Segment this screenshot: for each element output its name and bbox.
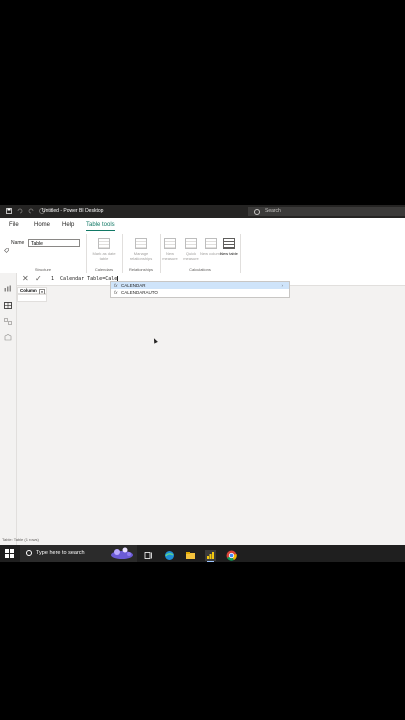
column-header[interactable]: Column ▾ bbox=[17, 287, 47, 295]
ribbon-group-structure: Name Table Structure bbox=[0, 234, 87, 273]
taskbar-search-placeholder: Type here to search bbox=[36, 550, 85, 556]
table-icon bbox=[223, 238, 235, 249]
menu-bar: File Home Help Table tools bbox=[0, 218, 405, 234]
power-bi-icon[interactable] bbox=[205, 548, 216, 562]
new-measure-label: New measure bbox=[162, 251, 178, 261]
ribbon-group-calendars: Mark as date table Calendars bbox=[86, 234, 123, 273]
group-label-relationships: Relationships bbox=[128, 267, 153, 272]
new-table-label: New table bbox=[220, 251, 238, 256]
menu-home[interactable]: Home bbox=[34, 222, 50, 228]
group-label-calendars: Calendars bbox=[94, 267, 114, 272]
relationships-icon bbox=[135, 238, 147, 249]
chrome-browser-icon[interactable] bbox=[226, 548, 237, 561]
data-grid: Column ▾ bbox=[17, 287, 47, 302]
undo-icon[interactable] bbox=[17, 208, 23, 214]
group-label-structure: Structure bbox=[34, 267, 52, 272]
table-name-input[interactable]: Table bbox=[28, 239, 80, 247]
autocomplete-item-calendarauto[interactable]: fx CALENDARAUTO bbox=[111, 289, 289, 296]
function-icon: fx bbox=[114, 283, 118, 288]
search-icon bbox=[26, 550, 32, 556]
chevron-right-icon: › bbox=[281, 283, 284, 288]
ribbon-group-calculations: New measure Quick measure New column New… bbox=[160, 234, 241, 273]
group-label-calculations: Calculations bbox=[189, 267, 211, 272]
data-view-icon[interactable] bbox=[4, 296, 12, 309]
model-view-icon[interactable] bbox=[4, 312, 12, 325]
mark-as-date-table-button[interactable]: Mark as date table bbox=[91, 238, 117, 261]
function-icon: fx bbox=[114, 290, 118, 295]
ribbon: Name Table Structure Mark as date table … bbox=[0, 234, 405, 274]
column-header-label: Column bbox=[20, 288, 37, 293]
mouse-cursor-icon bbox=[152, 337, 158, 344]
formula-line-number: 1 bbox=[51, 276, 55, 282]
dax-query-view-icon[interactable] bbox=[4, 328, 12, 341]
file-explorer-icon[interactable] bbox=[185, 548, 196, 559]
tag-icon bbox=[4, 240, 9, 258]
autocomplete-item-calendar[interactable]: fx CALENDAR › bbox=[111, 282, 289, 289]
status-bar: Table: Table (1 rows) bbox=[2, 537, 39, 542]
new-table-button[interactable]: New table bbox=[218, 238, 240, 256]
quick-measure-label: Quick measure bbox=[183, 251, 199, 261]
new-measure-button[interactable]: New measure bbox=[159, 238, 181, 261]
menu-file[interactable]: File bbox=[9, 222, 19, 228]
task-view-icon[interactable] bbox=[143, 548, 154, 559]
autocomplete-list: fx CALENDAR › fx CALENDARAUTO bbox=[110, 281, 290, 298]
formula-text: Calendar Table=Cale bbox=[60, 276, 118, 282]
search-icon bbox=[254, 209, 260, 215]
menu-help[interactable]: Help bbox=[62, 222, 74, 228]
formula-input[interactable]: 1 Calendar Table=Cale bbox=[51, 276, 119, 282]
autocomplete-label: CALENDARAUTO bbox=[121, 290, 158, 295]
column-icon bbox=[205, 238, 217, 249]
quick-measure-button[interactable]: Quick measure bbox=[180, 238, 202, 261]
power-bi-window: Untitled - Power BI Desktop Search File … bbox=[0, 205, 405, 545]
quick-access-toolbar bbox=[6, 208, 45, 214]
cancel-formula-icon[interactable]: ✕ bbox=[22, 274, 29, 283]
redo-icon[interactable] bbox=[28, 208, 34, 214]
mark-as-date-table-label: Mark as date table bbox=[92, 251, 116, 261]
manage-relationships-button[interactable]: Manage relationships bbox=[128, 238, 154, 261]
search-highlight-icon bbox=[108, 546, 136, 561]
menu-table-tools[interactable]: Table tools bbox=[86, 222, 115, 231]
title-bar: Untitled - Power BI Desktop Search bbox=[0, 205, 405, 218]
report-view-icon[interactable] bbox=[4, 279, 12, 292]
table-cell[interactable] bbox=[17, 294, 47, 302]
manage-relationships-label: Manage relationships bbox=[129, 251, 153, 261]
left-nav bbox=[0, 273, 17, 545]
windows-start-icon[interactable] bbox=[5, 549, 14, 558]
autocomplete-label: CALENDAR bbox=[121, 283, 146, 288]
calculator-icon bbox=[164, 238, 176, 249]
search-box[interactable]: Search bbox=[248, 207, 405, 216]
search-placeholder: Search bbox=[265, 208, 281, 214]
window-title: Untitled - Power BI Desktop bbox=[42, 208, 104, 214]
commit-formula-icon[interactable]: ✓ bbox=[35, 274, 42, 283]
date-table-icon bbox=[98, 238, 110, 249]
ribbon-group-relationships: Manage relationships Relationships bbox=[122, 234, 161, 273]
taskbar-search[interactable]: Type here to search bbox=[20, 545, 137, 562]
quick-measure-icon bbox=[185, 238, 197, 249]
taskbar: Type here to search bbox=[0, 545, 405, 562]
save-icon[interactable] bbox=[6, 208, 12, 214]
edge-browser-icon[interactable] bbox=[164, 548, 175, 560]
name-label: Name bbox=[11, 240, 25, 246]
